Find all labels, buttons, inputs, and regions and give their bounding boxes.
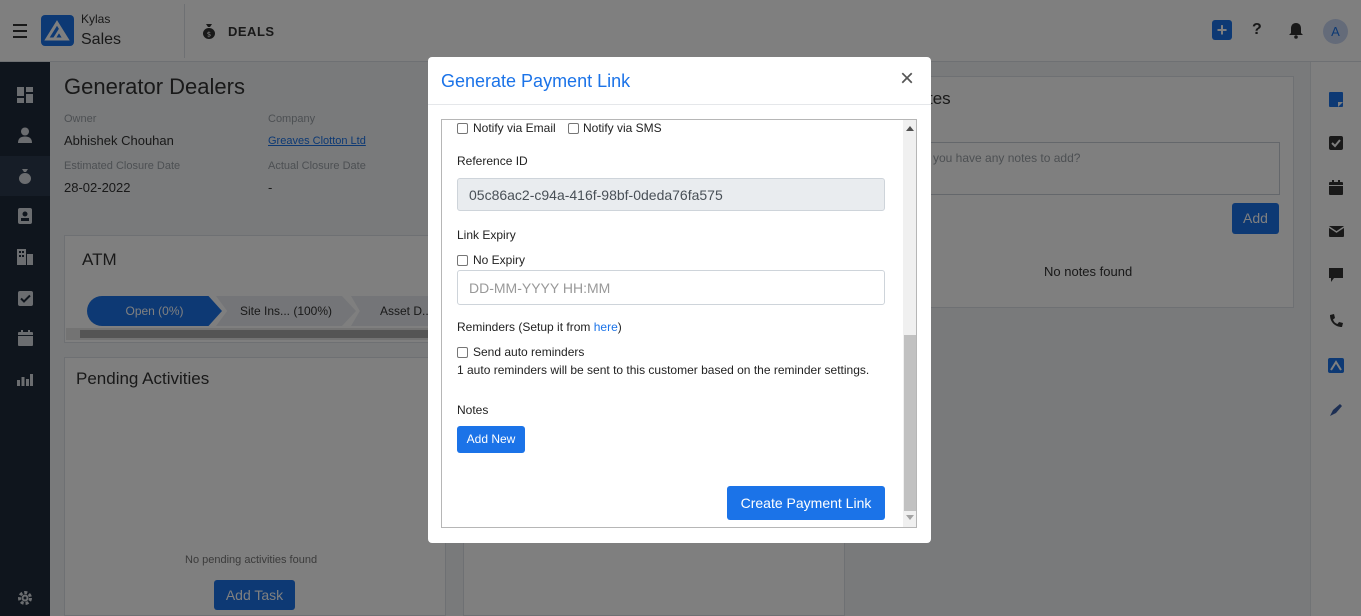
no-expiry-checkbox[interactable] [457, 255, 468, 266]
notify-sms-checkbox[interactable] [568, 123, 579, 134]
reminders-close: ) [617, 320, 622, 334]
modal-title: Generate Payment Link [441, 71, 631, 91]
reference-id-label: Reference ID [457, 154, 528, 168]
scroll-down-icon[interactable] [906, 515, 914, 520]
reference-id-field: 05c86ac2-c94a-416f-98bf-0deda76fa575 [457, 178, 885, 211]
reminders-text: Reminders (Setup it from [457, 320, 594, 334]
modal-header: Generate Payment Link × [428, 57, 931, 105]
add-new-note-button[interactable]: Add New [457, 426, 525, 453]
expiry-date-input[interactable] [457, 270, 885, 305]
notify-email-label: Notify via Email [473, 121, 556, 135]
reminder-info-text: 1 auto reminders will be sent to this cu… [457, 363, 870, 377]
scroll-up-icon[interactable] [906, 126, 914, 131]
notes-label: Notes [457, 403, 489, 417]
auto-reminders-checkbox[interactable] [457, 347, 468, 358]
link-expiry-label: Link Expiry [457, 228, 516, 242]
auto-reminders-label: Send auto reminders [473, 345, 585, 359]
notify-sms-label: Notify via SMS [583, 121, 662, 135]
reminders-label: Reminders (Setup it from here) [457, 320, 622, 334]
create-payment-link-button[interactable]: Create Payment Link [727, 486, 885, 520]
close-icon[interactable]: × [900, 67, 914, 91]
modal-scrollbar-thumb[interactable] [904, 335, 916, 511]
payment-link-modal: Generate Payment Link × Notify via Email… [428, 57, 931, 543]
modal-body: Notify via Email Notify via SMS Referenc… [441, 119, 917, 528]
notify-email-checkbox[interactable] [457, 123, 468, 134]
no-expiry-label: No Expiry [473, 253, 526, 267]
reminders-setup-link[interactable]: here [594, 320, 618, 334]
modal-scrollbar[interactable] [903, 120, 916, 527]
